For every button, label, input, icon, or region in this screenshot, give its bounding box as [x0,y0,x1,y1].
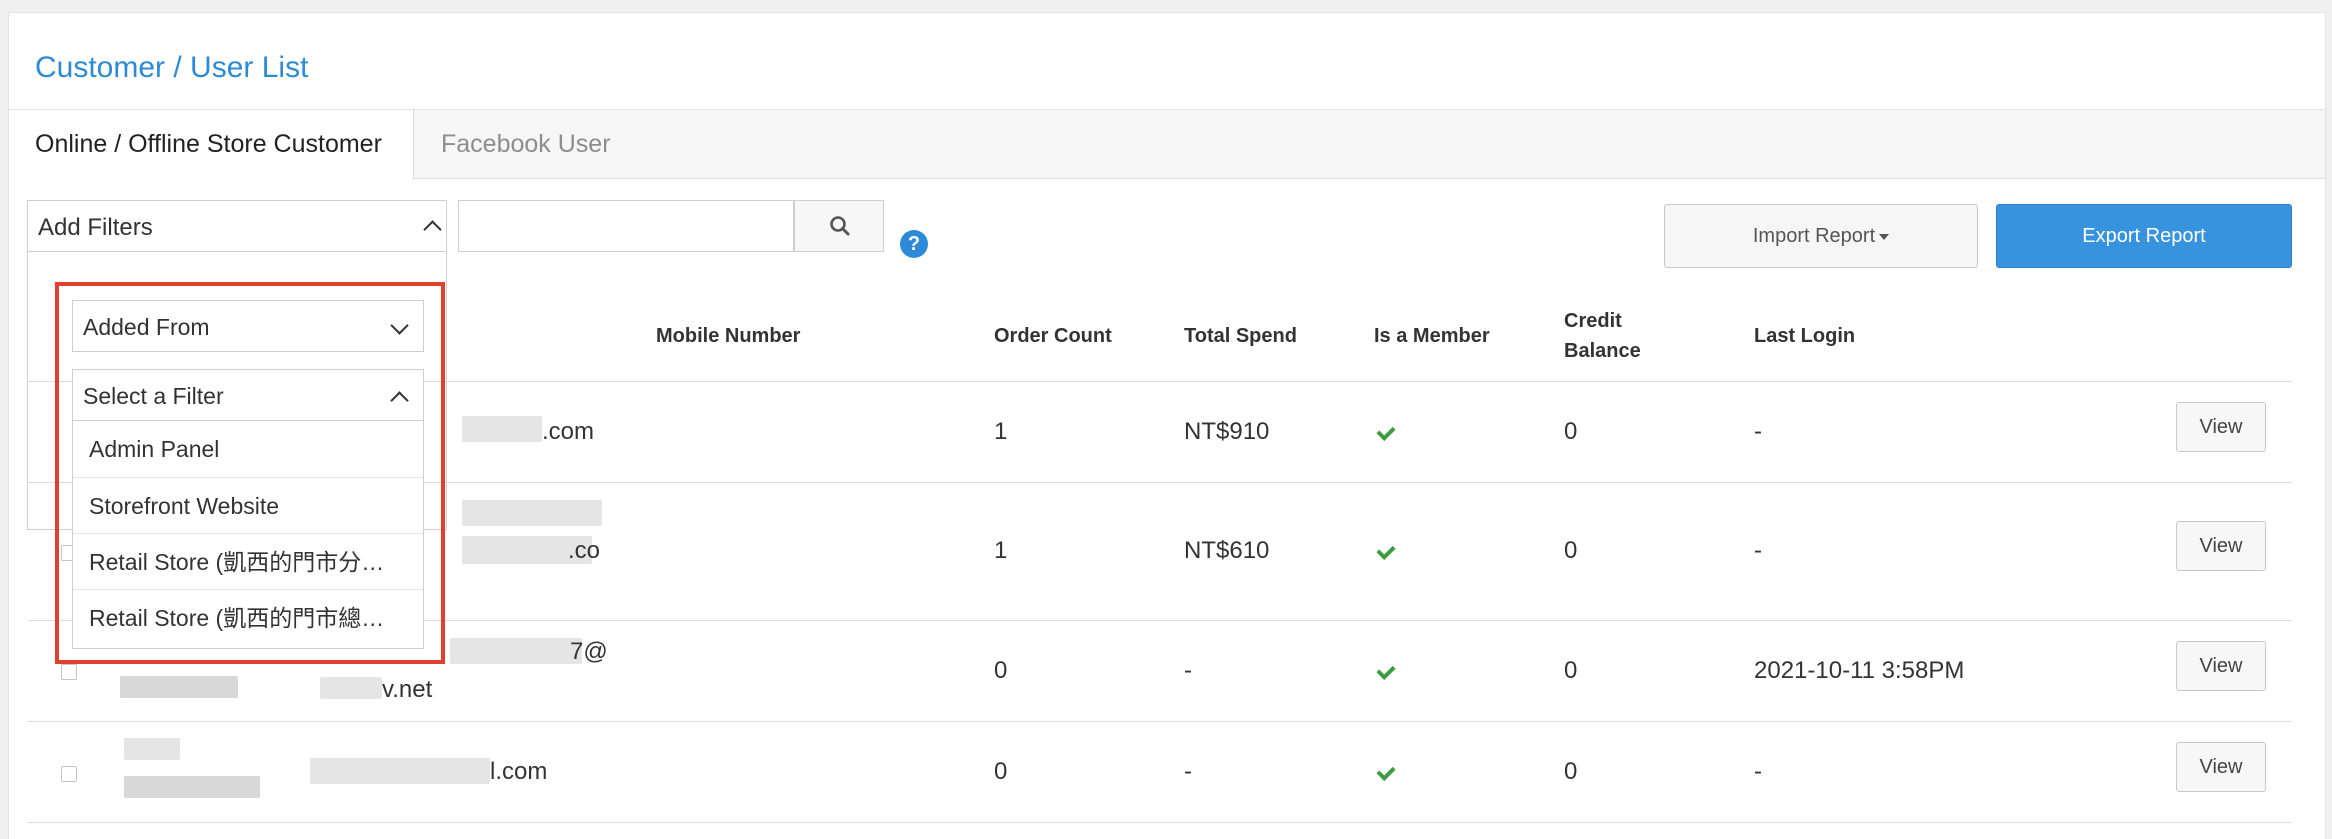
tab-facebook-user[interactable]: Facebook User [415,110,637,178]
filter-option-admin-panel[interactable]: Admin Panel [73,421,423,477]
import-report-button[interactable]: Import Report [1664,204,1978,268]
redacted-email [450,638,582,664]
add-filters-dropdown[interactable]: Add Filters [27,200,447,252]
tab-bar: Online / Offline Store Customer Facebook… [9,109,2325,179]
filter-option-retail-store-hq[interactable]: Retail Store (凱西的門市總… [73,589,423,645]
export-report-button[interactable]: Export Report [1996,204,2292,268]
credit-balance-cell: 0 [1564,418,1578,445]
total-spend-cell: - [1184,657,1192,684]
row-checkbox[interactable] [61,766,77,782]
email-cell-line2: v.net [382,676,433,703]
order-count-cell: 1 [994,537,1008,564]
total-spend-cell: NT$910 [1184,418,1270,445]
added-from-select[interactable]: Added From [72,300,424,352]
view-button[interactable]: View [2176,641,2266,691]
column-header-order-count: Order Count [994,325,1112,347]
total-spend-cell: NT$610 [1184,537,1270,564]
credit-balance-cell: 0 [1564,758,1578,785]
chevron-down-icon [390,316,409,335]
table-divider [27,822,2292,823]
redacted-name [124,776,260,798]
tab-online-offline-customer[interactable]: Online / Offline Store Customer [9,110,414,179]
filter-option-retail-store-branch[interactable]: Retail Store (凱西的門市分… [73,533,423,589]
last-login-cell: - [1754,537,1762,564]
search-button[interactable] [794,200,884,252]
row-checkbox[interactable] [61,664,77,680]
chevron-up-icon [423,220,442,239]
redacted-email [462,416,542,442]
table-divider [27,721,2292,722]
order-count-cell: 0 [994,758,1008,785]
credit-balance-cell: 0 [1564,657,1578,684]
page-title: Customer / User List [35,51,309,84]
select-filter-label: Select a Filter [83,383,224,409]
view-button[interactable]: View [2176,402,2266,452]
column-header-mobile: Mobile Number [656,325,801,347]
column-header-is-member: Is a Member [1374,325,1490,347]
credit-balance-cell: 0 [1564,537,1578,564]
redacted-email [310,758,490,784]
redacted-name [120,676,238,698]
email-cell: .co [568,537,601,564]
view-button[interactable]: View [2176,742,2266,792]
total-spend-cell: - [1184,758,1192,785]
filter-option-storefront-website[interactable]: Storefront Website [73,477,423,533]
order-count-cell: 1 [994,418,1008,445]
column-header-credit-balance: Credit Balance [1564,310,1641,362]
added-from-label: Added From [83,314,210,340]
order-count-cell: 0 [994,657,1008,684]
add-filters-label: Add Filters [38,214,153,241]
email-cell: 7@ [570,638,608,665]
last-login-cell: - [1754,418,1762,445]
view-button[interactable]: View [2176,521,2266,571]
filter-options-list: Admin Panel Storefront Website Retail St… [72,421,424,649]
column-header-last-login: Last Login [1754,325,1856,347]
import-report-label: Import Report [1752,225,1876,247]
select-filter-dropdown[interactable]: Select a Filter [72,369,424,421]
column-header-total-spend: Total Spend [1184,325,1297,347]
redacted-name [462,500,602,526]
last-login-cell: - [1754,758,1762,785]
last-login-cell: 2021-10-11 3:58PM [1754,657,1965,684]
search-icon [830,216,850,236]
caret-down-icon [1879,233,1890,240]
email-cell: .com [542,418,595,445]
redacted-name [124,738,180,760]
search-input[interactable] [458,200,794,252]
chevron-up-icon [390,391,409,410]
help-icon[interactable]: ? [900,230,928,258]
email-cell: l.com [490,758,548,785]
redacted-email [320,677,382,699]
